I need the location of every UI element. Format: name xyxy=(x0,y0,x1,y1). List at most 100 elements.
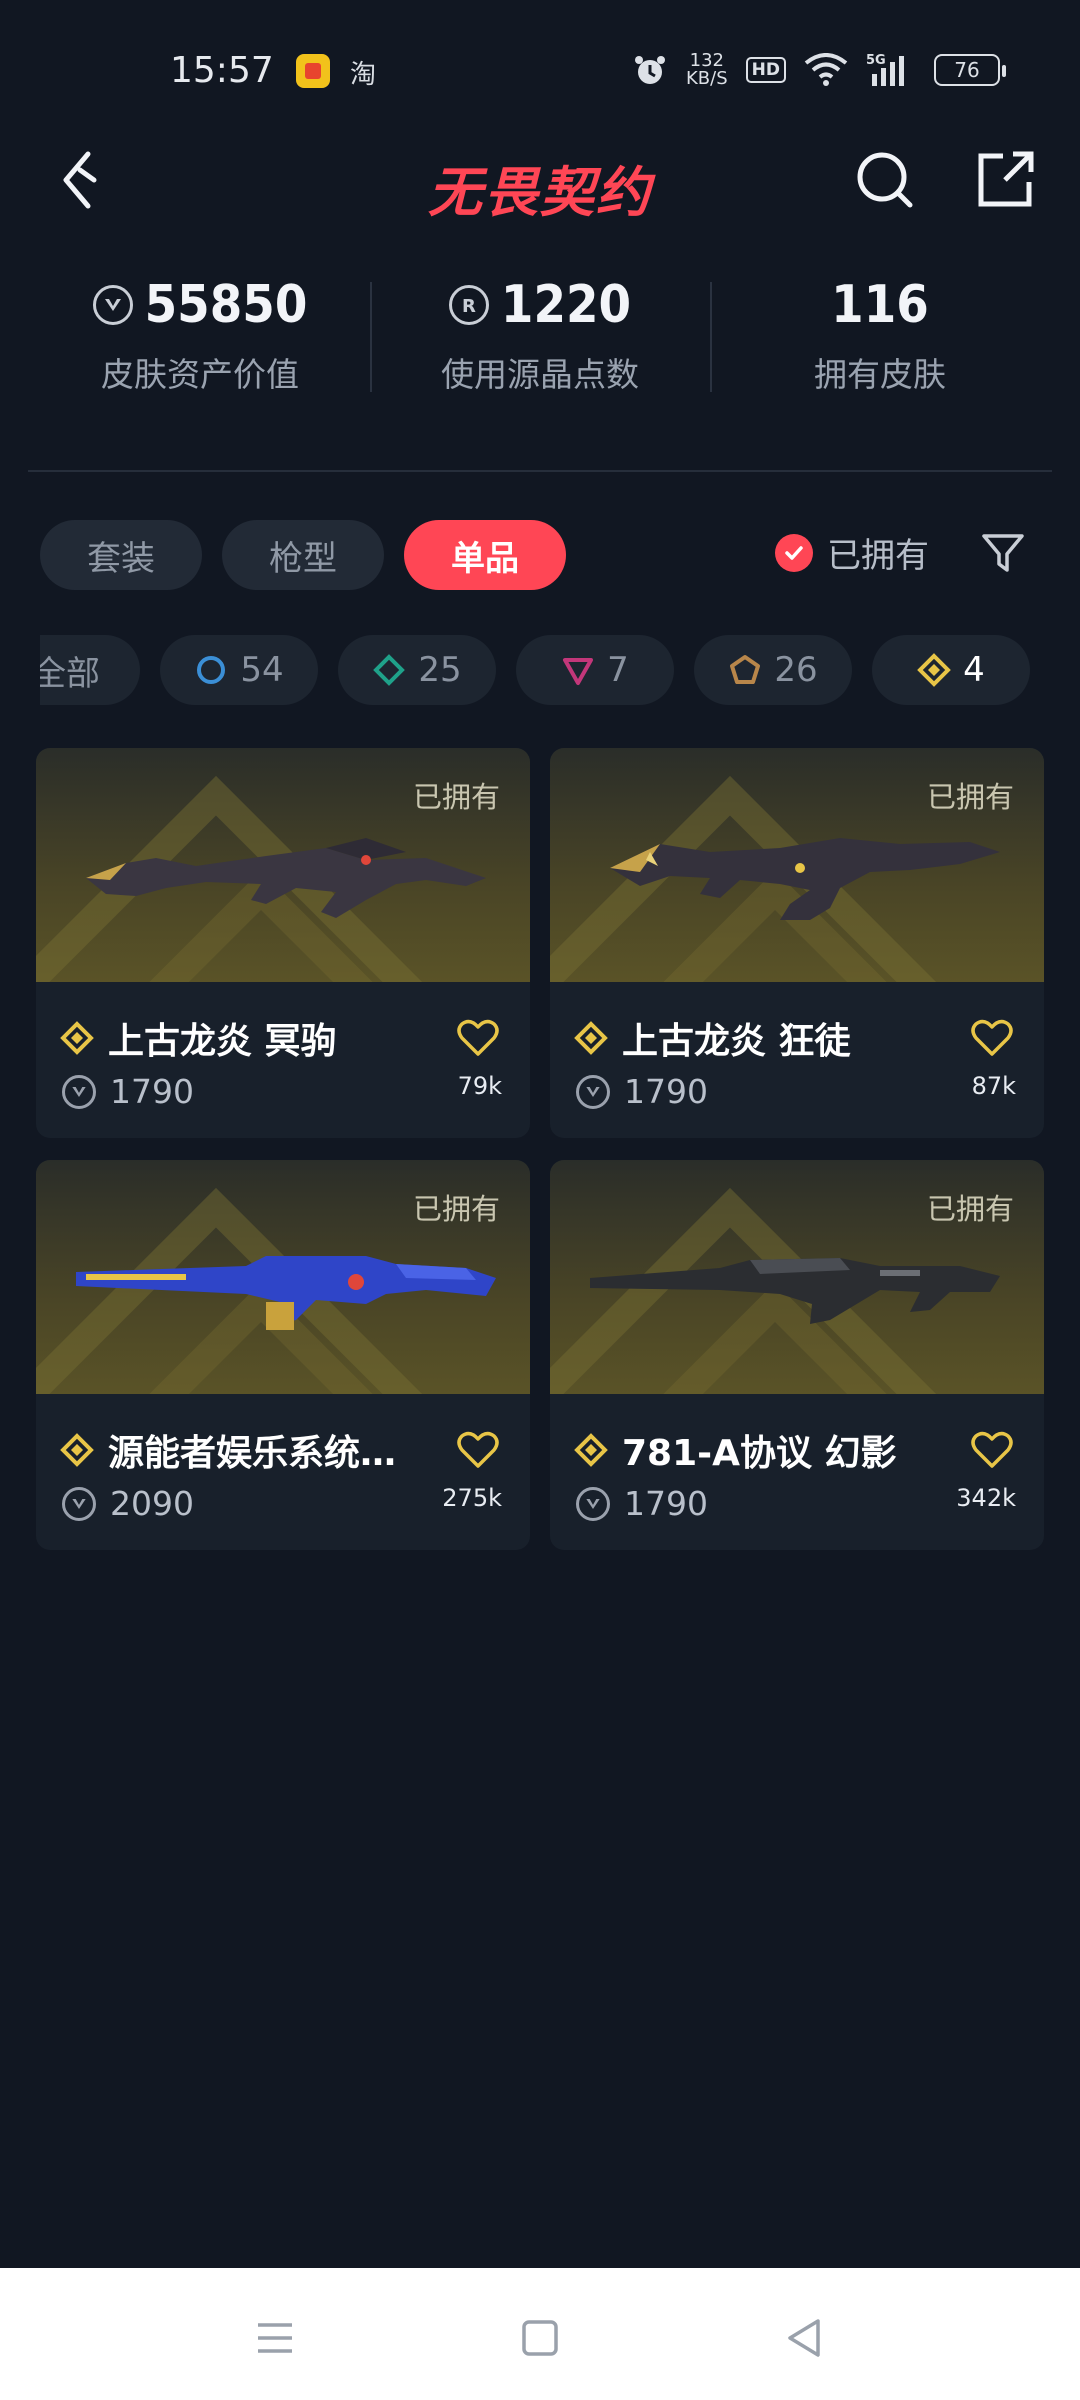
ultra-tier-icon xyxy=(730,655,761,684)
vp-icon xyxy=(576,1486,610,1521)
search-button[interactable] xyxy=(845,140,925,220)
chip-deluxe-tier[interactable]: 25 xyxy=(338,635,496,705)
svg-text:R: R xyxy=(462,296,476,317)
like-count: 79k xyxy=(457,1072,502,1100)
skin-card[interactable]: 已拥有 上古龙炎 冥驹 1790 79k xyxy=(36,748,530,1138)
skin-grid: 已拥有 上古龙炎 冥驹 1790 79k 已拥有 上古龙炎 狂徒 1790 87… xyxy=(36,748,1046,1550)
home-square-icon xyxy=(522,2320,558,2356)
skin-price: 1790 xyxy=(110,1072,194,1111)
rarity-filter-chips: 全部 54 25 7 26 4 xyxy=(40,635,1040,707)
chip-count: 25 xyxy=(418,650,462,690)
dragon-rifle-image xyxy=(610,838,1000,920)
vp-icon xyxy=(62,1486,96,1521)
vp-icon xyxy=(576,1074,610,1109)
back-triangle-icon xyxy=(788,2319,820,2357)
skin-card[interactable]: 已拥有 源能者娱乐系统… 2090 275k xyxy=(36,1160,530,1550)
skin-price: 2090 xyxy=(110,1484,194,1523)
exclusive-tier-icon xyxy=(917,653,952,687)
app-header: 无畏契约 xyxy=(0,130,1080,250)
vp-icon xyxy=(92,285,133,325)
heart-icon[interactable] xyxy=(456,1430,500,1470)
check-icon xyxy=(775,533,813,572)
owned-filter-toggle[interactable]: 已拥有 xyxy=(775,528,929,577)
vp-icon xyxy=(62,1074,96,1109)
heart-icon[interactable] xyxy=(456,1018,500,1058)
owned-badge: 已拥有 xyxy=(412,1192,500,1226)
section-divider xyxy=(28,470,1052,472)
skin-image: 已拥有 xyxy=(36,1160,530,1394)
filter-button[interactable] xyxy=(980,530,1026,576)
skin-image: 已拥有 xyxy=(550,748,1044,982)
stat-radianite-points: R 1220 使用源晶点数 xyxy=(370,270,710,420)
chip-label: 全部 xyxy=(40,653,100,694)
back-nav-button[interactable] xyxy=(775,2308,835,2368)
like-count: 342k xyxy=(956,1484,1016,1512)
share-icon xyxy=(978,151,1034,207)
skin-image: 已拥有 xyxy=(36,748,530,982)
tab-single-items[interactable]: 单品 xyxy=(404,520,566,590)
home-button[interactable] xyxy=(510,2308,570,2368)
skin-price: 1790 xyxy=(624,1484,708,1523)
skin-name: 上古龙炎 冥驹 xyxy=(108,1021,337,1062)
menu-icon xyxy=(258,2323,292,2353)
chip-count: 54 xyxy=(240,650,284,690)
exclusive-tier-icon xyxy=(574,1433,608,1467)
skin-name: 源能者娱乐系统… xyxy=(108,1433,397,1474)
status-bar: 15:57 淘 132 KB/S HD 5G 76 xyxy=(0,0,1080,140)
heart-icon[interactable] xyxy=(970,1430,1014,1470)
taobao-icon: 淘 xyxy=(350,60,377,90)
exclusive-tier-icon xyxy=(60,1433,94,1467)
asset-stats: 55850 皮肤资产价值 R 1220 使用源晶点数 116 拥有皮肤 xyxy=(30,270,1050,420)
menu-button[interactable] xyxy=(245,2308,305,2368)
owned-badge: 已拥有 xyxy=(926,1192,1014,1226)
chip-all[interactable]: 全部 xyxy=(40,635,140,705)
signal-5g-icon: 5G xyxy=(866,53,904,86)
filter-icon xyxy=(982,534,1024,572)
chip-count: 26 xyxy=(774,650,818,690)
net-speed-unit: KB/S xyxy=(686,68,728,89)
chip-exclusive-tier[interactable]: 4 xyxy=(872,635,1030,705)
skin-name: 781-A协议 幻影 xyxy=(622,1433,897,1474)
like-count: 87k xyxy=(971,1072,1016,1100)
skin-image: 已拥有 xyxy=(550,1160,1044,1394)
skin-name: 上古龙炎 狂徒 xyxy=(622,1021,851,1062)
blue-rifle-image xyxy=(76,1256,496,1330)
stat-value: 1220 xyxy=(500,275,632,335)
skin-card[interactable]: 已拥有 781-A协议 幻影 1790 342k xyxy=(550,1160,1044,1550)
status-time: 15:57 xyxy=(170,50,274,91)
status-indicators: 132 KB/S HD 5G 76 xyxy=(632,48,1006,92)
alarm-icon xyxy=(635,56,665,84)
stat-value: 55850 xyxy=(144,275,308,335)
stat-owned-skins: 116 拥有皮肤 xyxy=(710,270,1050,420)
share-button[interactable] xyxy=(965,140,1045,220)
stat-label: 皮肤资产价值 xyxy=(101,355,299,394)
heart-icon[interactable] xyxy=(970,1018,1014,1058)
tab-bundles[interactable]: 套装 xyxy=(40,520,202,590)
deluxe-tier-icon xyxy=(373,654,406,686)
owned-filter-label: 已拥有 xyxy=(827,536,929,576)
skin-price: 1790 xyxy=(624,1072,708,1111)
like-count: 275k xyxy=(442,1484,502,1512)
dragon-sniper-image xyxy=(86,838,486,918)
chip-count: 4 xyxy=(963,650,985,690)
chip-premium-tier[interactable]: 7 xyxy=(516,635,674,705)
stat-label: 使用源晶点数 xyxy=(441,355,639,394)
black-rifle-image xyxy=(590,1258,1000,1324)
owned-badge: 已拥有 xyxy=(412,780,500,814)
tab-weapon-type[interactable]: 枪型 xyxy=(222,520,384,590)
stat-value: 116 xyxy=(831,275,929,335)
game-app-icon xyxy=(296,54,330,88)
chip-select-tier[interactable]: 54 xyxy=(160,635,318,705)
battery-icon: 76 xyxy=(934,54,1006,86)
chip-ultra-tier[interactable]: 26 xyxy=(694,635,852,705)
net-speed: 132 KB/S xyxy=(686,52,728,88)
svg-text:5G: 5G xyxy=(866,53,886,68)
stat-skin-value: 55850 皮肤资产价值 xyxy=(30,270,370,420)
skin-card[interactable]: 已拥有 上古龙炎 狂徒 1790 87k xyxy=(550,748,1044,1138)
stat-label: 拥有皮肤 xyxy=(814,355,946,394)
select-tier-icon xyxy=(197,656,226,684)
premium-tier-icon xyxy=(563,658,594,685)
system-navigation-bar xyxy=(0,2268,1080,2400)
radianite-icon: R xyxy=(448,285,489,325)
wifi-icon xyxy=(804,53,848,86)
